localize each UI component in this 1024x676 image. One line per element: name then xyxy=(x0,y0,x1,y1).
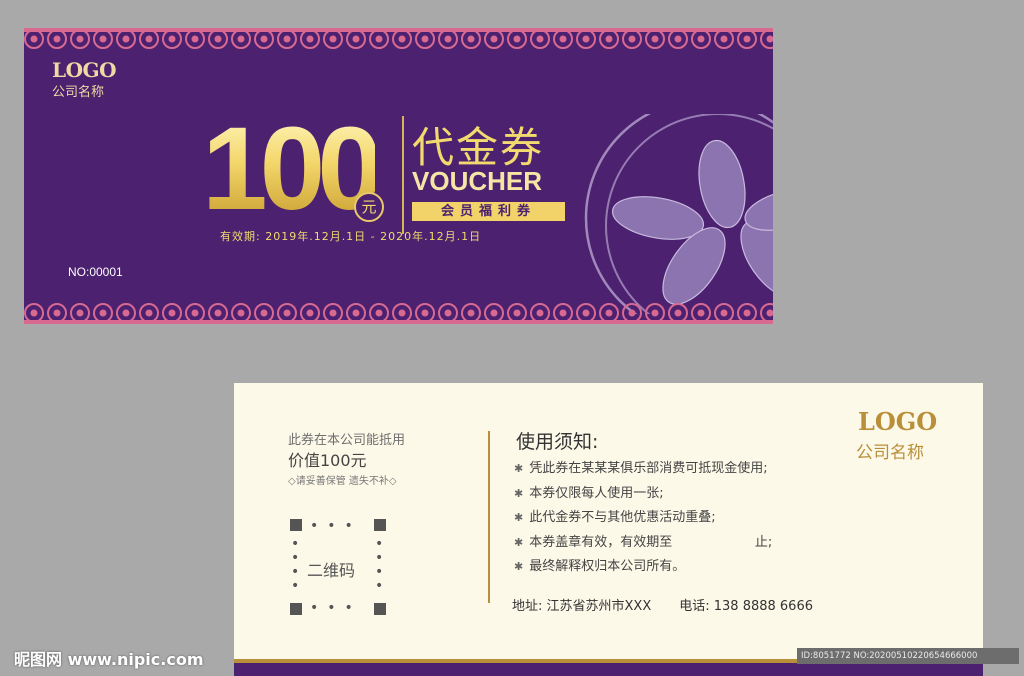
rule-item: ✱ 本券仅限每人使用一张; xyxy=(514,485,664,501)
asterisk-icon: ✱ xyxy=(514,560,524,573)
qr-dots-icon: ••• xyxy=(310,518,362,534)
qr-label: 二维码 xyxy=(307,561,356,580)
value-description: 此券在本公司能抵用 xyxy=(288,433,406,448)
qr-dots-icon: • • • • xyxy=(291,536,300,594)
asterisk-icon: ✱ xyxy=(514,462,524,475)
logo: LOGO xyxy=(52,58,117,82)
address: 地址: 江苏省苏州市XXX xyxy=(512,599,652,614)
rule-item: ✱ 本券盖章有效，有效期至 止; xyxy=(514,534,773,550)
rule-item: ✱ 最终解释权归本公司所有。 xyxy=(514,559,686,574)
voucher-front: LOGO 公司名称 100 元 代金券 VOUCHER 会员福利券 有效期: 2… xyxy=(24,28,773,324)
back-company-name: 公司名称 xyxy=(856,443,924,463)
keep-note: ◇请妥善保管 遗失不补◇ xyxy=(288,476,397,487)
purple-strip xyxy=(234,663,983,676)
company-name: 公司名称 xyxy=(52,85,105,100)
qr-corner-icon xyxy=(374,519,386,531)
rules-title: 使用须知: xyxy=(516,431,599,453)
flower-decoration-icon xyxy=(584,114,773,314)
asterisk-icon: ✱ xyxy=(514,486,524,500)
voucher-amount: 100 xyxy=(202,103,383,235)
asterisk-icon: ✱ xyxy=(514,535,524,549)
back-divider xyxy=(488,431,490,603)
phone: 电话: 138 8888 6666 xyxy=(679,599,813,614)
id-watermark: ID:8051772 NO:20200510220654666000 xyxy=(797,648,1019,664)
validity-period: 有效期: 2019年.12月.1日 - 2020年.12月.1日 xyxy=(220,230,482,243)
contact-info: 地址: 江苏省苏州市XXX 电话: 138 8888 6666 xyxy=(512,595,841,614)
qr-dots-icon: • • • • xyxy=(375,536,384,594)
qr-code-placeholder: ••• ••• • • • • • • • • 二维码 xyxy=(290,519,386,615)
site-watermark: 昵图网 www.nipic.com xyxy=(14,650,204,669)
qr-corner-icon xyxy=(374,603,386,615)
back-logo: LOGO xyxy=(858,407,938,436)
voucher-back: 此券在本公司能抵用 价值100元 ◇请妥善保管 遗失不补◇ ••• ••• • •… xyxy=(234,383,983,676)
rule-item: ✱ 凭此券在某某某俱乐部消费可抵现金使用; xyxy=(514,461,768,476)
canvas: { "front": { "logo": "LOGO", "company": … xyxy=(0,0,1024,676)
rules-list: ✱ 凭此券在某某某俱乐部消费可抵现金使用; ✱ 本券仅限每人使用一张; ✱ 此代金券不… xyxy=(514,457,772,580)
lace-border-top xyxy=(24,28,773,49)
rule-item: ✱ 此代金券不与其他优惠活动重叠; xyxy=(514,510,716,525)
title-divider xyxy=(402,116,404,234)
qr-corner-icon xyxy=(290,603,302,615)
qr-dots-icon: ••• xyxy=(310,600,362,616)
currency-badge: 元 xyxy=(354,192,384,222)
qr-corner-icon xyxy=(290,519,302,531)
serial-number: NO:00001 xyxy=(68,265,123,279)
value-amount: 价值100元 xyxy=(288,451,367,470)
voucher-title-en: VOUCHER xyxy=(412,166,543,196)
asterisk-icon: ✱ xyxy=(514,511,524,524)
lace-border-bottom xyxy=(24,303,773,324)
member-label: 会员福利券 xyxy=(412,202,565,221)
